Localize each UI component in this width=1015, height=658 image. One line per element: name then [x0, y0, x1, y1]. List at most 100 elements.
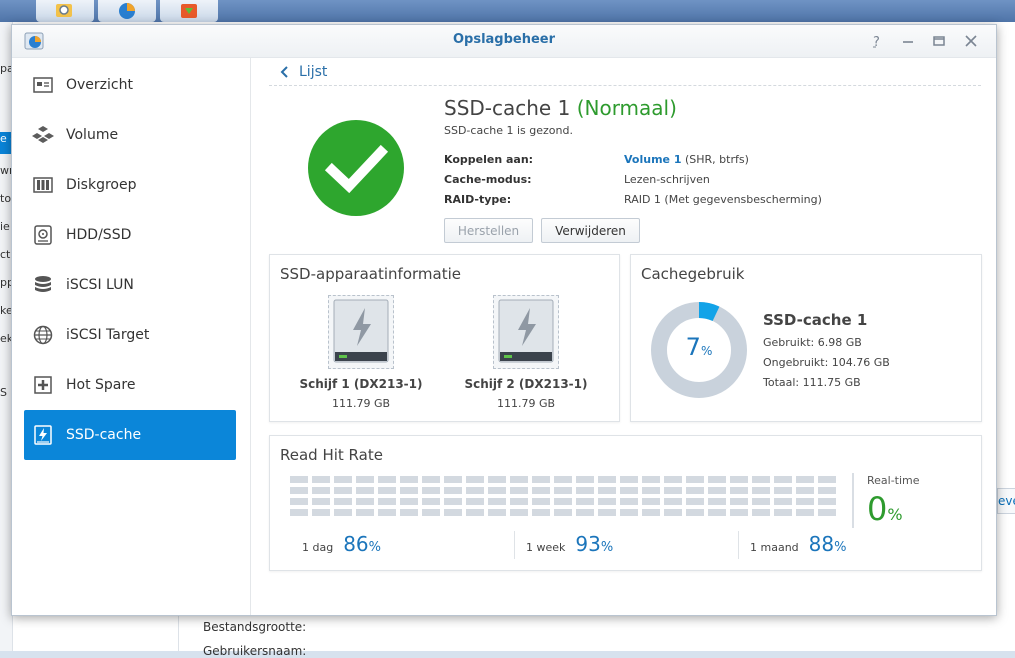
file-size-label: Bestandsgrootte:	[203, 620, 307, 634]
hit-rate-cell	[312, 509, 330, 516]
sidebar-item-ssd-cache[interactable]: SSD-cache	[24, 410, 236, 460]
taskbar-download-app-button[interactable]	[160, 0, 218, 22]
hit-rate-cell	[312, 476, 330, 483]
hit-rate-cell	[686, 487, 704, 494]
status-text: (Normaal)	[576, 96, 677, 120]
hit-rate-cell	[796, 487, 814, 494]
stat-unit: %	[368, 540, 382, 555]
mount-label: Koppelen aan:	[444, 153, 534, 166]
ssd-info-title: SSD-apparaatinformatie	[280, 265, 461, 283]
hit-rate-cell	[576, 487, 594, 494]
disk-item[interactable]: Schijf 2 (DX213-1) 111.79 GB	[461, 295, 591, 410]
percent-value: 7	[685, 333, 701, 361]
sidebar-item-label: Overzicht	[66, 77, 133, 93]
disk-item[interactable]: Schijf 1 (DX213-1) 111.79 GB	[296, 295, 426, 410]
hit-rate-cell	[510, 509, 528, 516]
remove-button[interactable]: Verwijderen	[541, 218, 640, 243]
hit-rate-cell	[752, 498, 770, 505]
stat-label: 1 dag	[302, 541, 334, 554]
hit-rate-cell	[378, 498, 396, 505]
taskbar-search-app-button[interactable]	[36, 0, 94, 22]
hit-rate-cell	[422, 487, 440, 494]
disk-size: 111.79 GB	[331, 397, 391, 410]
hit-rate-cell	[400, 476, 418, 483]
hit-rate-cell	[510, 498, 528, 505]
raid-type-label: RAID-type:	[444, 193, 512, 206]
hit-rate-cell	[576, 498, 594, 505]
storage-manager-icon	[119, 3, 135, 19]
hit-rate-cell	[356, 476, 374, 483]
disk-group-icon	[32, 174, 54, 196]
hit-rate-cell	[378, 476, 396, 483]
hit-rate-cell	[554, 476, 572, 483]
hit-rate-cell	[422, 476, 440, 483]
hit-rate-cell	[708, 498, 726, 505]
hit-rate-cell	[290, 476, 308, 483]
hit-rate-cell	[334, 498, 352, 505]
hit-rate-cell	[664, 487, 682, 494]
hit-rate-cell	[620, 487, 638, 494]
hit-rate-cell	[664, 509, 682, 516]
help-icon[interactable]: ?	[868, 31, 888, 51]
minimize-icon[interactable]	[898, 31, 918, 51]
repair-button[interactable]: Herstellen	[444, 218, 533, 243]
hit-rate-cell	[796, 498, 814, 505]
sidebar-item-hdd-ssd[interactable]: HDD/SSD	[24, 210, 236, 260]
sidebar-item-overview[interactable]: Overzicht	[24, 60, 236, 110]
sidebar-item-diskgroup[interactable]: Diskgroep	[24, 160, 236, 210]
volume-icon	[32, 124, 54, 146]
hit-rate-cell	[598, 509, 616, 516]
volume-link[interactable]: Volume 1	[624, 153, 681, 166]
maximize-icon[interactable]	[929, 31, 949, 51]
unused-text: Ongebruikt: 104.76 GB	[763, 356, 890, 369]
back-label: Lijst	[299, 64, 328, 80]
stat-value: 88%	[809, 532, 847, 556]
realtime-unit: %	[887, 505, 903, 524]
hit-rate-cell	[466, 509, 484, 516]
disk-name: Schijf 2 (DX213-1)	[464, 377, 588, 391]
hit-rate-cell	[796, 509, 814, 516]
stat-label: 1 week	[526, 541, 566, 554]
ssd-drive-icon	[328, 295, 394, 369]
sidebar-item-label: Diskgroep	[66, 177, 137, 193]
hit-rate-cell	[686, 509, 704, 516]
raid-type-value: RAID 1 (Met gegevensbescherming)	[624, 193, 822, 206]
hit-rate-cell	[488, 487, 506, 494]
hit-rate-cell	[752, 509, 770, 516]
sidebar-item-iscsi-target[interactable]: iSCSI Target	[24, 310, 236, 360]
stat-day: 1 dag 86%	[302, 532, 381, 556]
sidebar-item-volume[interactable]: Volume	[24, 110, 236, 160]
stat-number: 93	[575, 532, 601, 556]
divider	[852, 473, 854, 528]
magnifier-icon	[56, 4, 72, 17]
sidebar-item-iscsi-lun[interactable]: iSCSI LUN	[24, 260, 236, 310]
hit-rate-cell	[356, 509, 374, 516]
ssd-drive-icon	[493, 295, 559, 369]
cache-title: SSD-cache 1	[444, 96, 571, 120]
stat-value: 86%	[343, 532, 381, 556]
sidebar-item-label: Volume	[66, 127, 119, 143]
page-title: SSD-cache 1 (Normaal)	[444, 96, 677, 120]
close-icon[interactable]	[961, 31, 981, 51]
hit-rate-cell	[598, 476, 616, 483]
stat-unit: %	[600, 540, 614, 555]
hit-rate-cell	[554, 487, 572, 494]
hit-rate-cell	[466, 487, 484, 494]
title-bar[interactable]: Opslagbeheer ?	[12, 25, 996, 58]
sidebar-item-hot-spare[interactable]: Hot Spare	[24, 360, 236, 410]
hit-rate-cell	[598, 487, 616, 494]
sidebar-item-label: SSD-cache	[66, 427, 142, 443]
hit-rate-cell	[356, 498, 374, 505]
hit-rate-cell	[532, 498, 550, 505]
ssd-cache-icon	[32, 424, 54, 446]
hit-rate-cell	[774, 509, 792, 516]
taskbar-storage-app-button[interactable]	[98, 0, 156, 22]
hit-rate-cell	[422, 509, 440, 516]
overview-icon	[32, 74, 54, 96]
hit-rate-cell	[554, 509, 572, 516]
hdd-icon	[32, 224, 54, 246]
background-button-fragment[interactable]: eve	[997, 488, 1015, 514]
hit-rate-cell	[818, 487, 836, 494]
hit-rate-cell	[466, 498, 484, 505]
back-to-list-link[interactable]: Lijst	[279, 64, 327, 80]
